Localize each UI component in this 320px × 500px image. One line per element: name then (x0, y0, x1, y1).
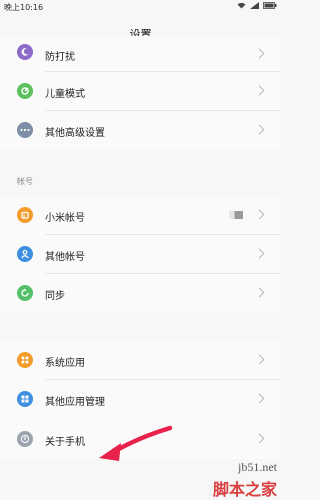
status-time: 晚上10:16 (4, 3, 44, 12)
chevron-right-icon (254, 209, 265, 220)
watermark-brand: 脚本之家 (212, 480, 277, 499)
settings-item-do-not-disturb[interactable]: 防打扰 (0, 36, 281, 72)
chevron-right-icon (254, 48, 265, 59)
settings-group-apps: 系统应用 其他应用管理 (0, 341, 281, 419)
status-bar: 晚上10:16 (0, 0, 281, 14)
settings-item-label: 同步 (45, 291, 65, 302)
child-mode-icon (17, 83, 33, 99)
user-icon (17, 246, 33, 262)
settings-item-label: 其他高级设置 (45, 128, 105, 139)
settings-item-label: 防打扰 (45, 52, 75, 63)
settings-item-child-mode[interactable]: 儿童模式 (0, 72, 281, 111)
settings-item-label: 其他帐号 (45, 252, 85, 263)
status-icons (237, 2, 277, 9)
settings-item-label: 儿童模式 (45, 89, 85, 100)
chevron-right-icon (254, 433, 265, 444)
settings-item-system-apps[interactable]: 系统应用 (0, 341, 281, 380)
battery-icon (263, 2, 277, 9)
sync-icon (17, 285, 33, 301)
settings-item-sync[interactable]: 同步 (0, 274, 281, 313)
more-dots-icon (17, 122, 33, 138)
settings-group-general: 防打扰 儿童模式 其他高级设置 (0, 36, 281, 150)
chevron-right-icon (254, 354, 265, 365)
chevron-right-icon (254, 85, 265, 96)
settings-item-label: 其他应用管理 (45, 397, 105, 408)
settings-item-label: 系统应用 (45, 358, 85, 369)
chevron-right-icon (254, 287, 265, 298)
chevron-right-icon (254, 393, 265, 404)
settings-item-advanced[interactable]: 其他高级设置 (0, 111, 281, 150)
settings-item-label: 关于手机 (45, 437, 85, 448)
moon-icon (17, 44, 33, 60)
settings-item-other-app-management[interactable]: 其他应用管理 (0, 380, 281, 419)
settings-item-mi-account[interactable]: 小米帐号 (0, 196, 281, 235)
info-icon (17, 431, 33, 447)
chevron-right-icon (254, 124, 265, 135)
account-avatar-chip (229, 211, 243, 219)
chevron-right-icon (254, 248, 265, 259)
apps-grid-icon (17, 352, 33, 368)
pointer-arrow-icon (99, 425, 173, 461)
wifi-icon (237, 2, 246, 9)
mi-account-icon (17, 207, 33, 223)
app-manage-icon (17, 391, 33, 407)
settings-group-accounts: 小米帐号 其他帐号 同步 (0, 196, 281, 313)
settings-item-other-accounts[interactable]: 其他帐号 (0, 235, 281, 274)
section-header-accounts: 帐号 (17, 177, 33, 186)
settings-item-label: 小米帐号 (45, 213, 85, 224)
signal-icon (250, 2, 259, 9)
watermark-site: jb51.net (238, 460, 277, 474)
